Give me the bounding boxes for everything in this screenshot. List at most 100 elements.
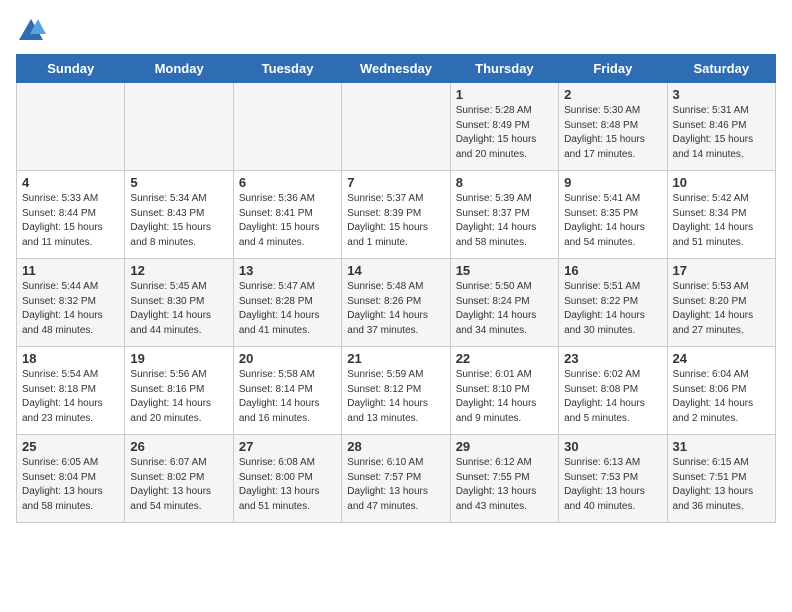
day-number: 24 — [673, 351, 770, 366]
day-number: 13 — [239, 263, 336, 278]
day-number: 15 — [456, 263, 553, 278]
day-number: 4 — [22, 175, 119, 190]
day-number: 2 — [564, 87, 661, 102]
day-number: 7 — [347, 175, 444, 190]
calendar-cell: 7 Sunrise: 5:37 AM Sunset: 8:39 PM Daylig… — [342, 171, 450, 259]
calendar-cell: 25Sunrise: 6:05 AM Sunset: 8:04 PM Dayli… — [17, 435, 125, 523]
day-number: 10 — [673, 175, 770, 190]
day-number: 1 — [456, 87, 553, 102]
day-info: Sunrise: 5:28 AM Sunset: 8:49 PM Dayligh… — [456, 104, 553, 162]
day-info: Sunrise: 6:02 AM Sunset: 8:08 PM Dayligh… — [564, 368, 661, 426]
week-row-1: 1 Sunrise: 5:28 AM Sunset: 8:49 PM Daylig… — [17, 83, 776, 171]
day-number: 17 — [673, 263, 770, 278]
day-info: Sunrise: 5:50 AM Sunset: 8:24 PM Dayligh… — [456, 280, 553, 338]
day-number: 31 — [673, 439, 770, 454]
day-info: Sunrise: 5:37 AM Sunset: 8:39 PM Dayligh… — [347, 192, 444, 250]
calendar-cell: 13 Sunrise: 5:47 AM Sunset: 8:28 PM Dayli… — [233, 259, 341, 347]
calendar-cell: 18Sunrise: 5:54 AM Sunset: 8:18 PM Dayli… — [17, 347, 125, 435]
calendar-cell: 20 Sunrise: 5:58 AM Sunset: 8:14 PM Dayli… — [233, 347, 341, 435]
day-number: 26 — [130, 439, 227, 454]
day-info: Sunrise: 5:42 AM Sunset: 8:34 PM Dayligh… — [673, 192, 770, 250]
calendar-cell: 6 Sunrise: 5:36 AM Sunset: 8:41 PM Daylig… — [233, 171, 341, 259]
col-header-sunday: Sunday — [17, 55, 125, 83]
calendar-cell: 10 Sunrise: 5:42 AM Sunset: 8:34 PM Dayli… — [667, 171, 775, 259]
day-number: 12 — [130, 263, 227, 278]
calendar-cell: 15 Sunrise: 5:50 AM Sunset: 8:24 PM Dayli… — [450, 259, 558, 347]
calendar-cell: 29Sunrise: 6:12 AM Sunset: 7:55 PM Dayli… — [450, 435, 558, 523]
calendar-cell: 11 Sunrise: 5:44 AM Sunset: 8:32 PM Dayli… — [17, 259, 125, 347]
day-info: Sunrise: 5:59 AM Sunset: 8:12 PM Dayligh… — [347, 368, 444, 426]
day-number: 19 — [130, 351, 227, 366]
col-header-wednesday: Wednesday — [342, 55, 450, 83]
day-number: 3 — [673, 87, 770, 102]
calendar-table: SundayMondayTuesdayWednesdayThursdayFrid… — [16, 54, 776, 523]
calendar-cell: 12 Sunrise: 5:45 AM Sunset: 8:30 PM Dayli… — [125, 259, 233, 347]
day-number: 21 — [347, 351, 444, 366]
day-number: 30 — [564, 439, 661, 454]
day-info: Sunrise: 5:36 AM Sunset: 8:41 PM Dayligh… — [239, 192, 336, 250]
calendar-cell: 23 Sunrise: 6:02 AM Sunset: 8:08 PM Dayli… — [559, 347, 667, 435]
calendar-cell: 16 Sunrise: 5:51 AM Sunset: 8:22 PM Dayli… — [559, 259, 667, 347]
calendar-cell — [17, 83, 125, 171]
calendar-cell: 14 Sunrise: 5:48 AM Sunset: 8:26 PM Dayli… — [342, 259, 450, 347]
calendar-cell: 8Sunrise: 5:39 AM Sunset: 8:37 PM Daylig… — [450, 171, 558, 259]
day-number: 16 — [564, 263, 661, 278]
day-number: 14 — [347, 263, 444, 278]
day-info: Sunrise: 5:53 AM Sunset: 8:20 PM Dayligh… — [673, 280, 770, 338]
day-number: 22 — [456, 351, 553, 366]
calendar-cell: 17 Sunrise: 5:53 AM Sunset: 8:20 PM Dayli… — [667, 259, 775, 347]
week-row-3: 11 Sunrise: 5:44 AM Sunset: 8:32 PM Dayli… — [17, 259, 776, 347]
day-info: Sunrise: 5:48 AM Sunset: 8:26 PM Dayligh… — [347, 280, 444, 338]
week-row-4: 18Sunrise: 5:54 AM Sunset: 8:18 PM Dayli… — [17, 347, 776, 435]
day-info: Sunrise: 6:10 AM Sunset: 7:57 PM Dayligh… — [347, 456, 444, 514]
col-header-saturday: Saturday — [667, 55, 775, 83]
header-row: SundayMondayTuesdayWednesdayThursdayFrid… — [17, 55, 776, 83]
logo — [16, 16, 50, 46]
day-number: 23 — [564, 351, 661, 366]
day-number: 11 — [22, 263, 119, 278]
day-info: Sunrise: 6:04 AM Sunset: 8:06 PM Dayligh… — [673, 368, 770, 426]
day-info: Sunrise: 6:12 AM Sunset: 7:55 PM Dayligh… — [456, 456, 553, 514]
calendar-cell: 3 Sunrise: 5:31 AM Sunset: 8:46 PM Daylig… — [667, 83, 775, 171]
calendar-cell: 28 Sunrise: 6:10 AM Sunset: 7:57 PM Dayli… — [342, 435, 450, 523]
calendar-cell: 5 Sunrise: 5:34 AM Sunset: 8:43 PM Daylig… — [125, 171, 233, 259]
day-info: Sunrise: 6:13 AM Sunset: 7:53 PM Dayligh… — [564, 456, 661, 514]
week-row-5: 25Sunrise: 6:05 AM Sunset: 8:04 PM Dayli… — [17, 435, 776, 523]
day-number: 20 — [239, 351, 336, 366]
day-info: Sunrise: 5:54 AM Sunset: 8:18 PM Dayligh… — [22, 368, 119, 426]
day-info: Sunrise: 5:44 AM Sunset: 8:32 PM Dayligh… — [22, 280, 119, 338]
calendar-cell: 21 Sunrise: 5:59 AM Sunset: 8:12 PM Dayli… — [342, 347, 450, 435]
col-header-monday: Monday — [125, 55, 233, 83]
calendar-cell: 1 Sunrise: 5:28 AM Sunset: 8:49 PM Daylig… — [450, 83, 558, 171]
day-info: Sunrise: 5:51 AM Sunset: 8:22 PM Dayligh… — [564, 280, 661, 338]
calendar-cell: 27 Sunrise: 6:08 AM Sunset: 8:00 PM Dayli… — [233, 435, 341, 523]
day-number: 27 — [239, 439, 336, 454]
day-info: Sunrise: 6:08 AM Sunset: 8:00 PM Dayligh… — [239, 456, 336, 514]
day-number: 6 — [239, 175, 336, 190]
calendar-cell: 30 Sunrise: 6:13 AM Sunset: 7:53 PM Dayli… — [559, 435, 667, 523]
calendar-cell: 4Sunrise: 5:33 AM Sunset: 8:44 PM Daylig… — [17, 171, 125, 259]
col-header-friday: Friday — [559, 55, 667, 83]
day-info: Sunrise: 5:34 AM Sunset: 8:43 PM Dayligh… — [130, 192, 227, 250]
col-header-tuesday: Tuesday — [233, 55, 341, 83]
day-number: 28 — [347, 439, 444, 454]
day-info: Sunrise: 5:30 AM Sunset: 8:48 PM Dayligh… — [564, 104, 661, 162]
day-info: Sunrise: 5:31 AM Sunset: 8:46 PM Dayligh… — [673, 104, 770, 162]
day-number: 9 — [564, 175, 661, 190]
calendar-cell: 31Sunrise: 6:15 AM Sunset: 7:51 PM Dayli… — [667, 435, 775, 523]
day-info: Sunrise: 5:45 AM Sunset: 8:30 PM Dayligh… — [130, 280, 227, 338]
header — [16, 16, 776, 46]
day-info: Sunrise: 6:05 AM Sunset: 8:04 PM Dayligh… — [22, 456, 119, 514]
day-info: Sunrise: 5:39 AM Sunset: 8:37 PM Dayligh… — [456, 192, 553, 250]
day-info: Sunrise: 6:07 AM Sunset: 8:02 PM Dayligh… — [130, 456, 227, 514]
calendar-cell — [125, 83, 233, 171]
day-info: Sunrise: 5:47 AM Sunset: 8:28 PM Dayligh… — [239, 280, 336, 338]
calendar-cell: 9Sunrise: 5:41 AM Sunset: 8:35 PM Daylig… — [559, 171, 667, 259]
logo-icon — [16, 16, 46, 46]
day-number: 5 — [130, 175, 227, 190]
calendar-cell: 24 Sunrise: 6:04 AM Sunset: 8:06 PM Dayli… — [667, 347, 775, 435]
day-info: Sunrise: 5:58 AM Sunset: 8:14 PM Dayligh… — [239, 368, 336, 426]
calendar-cell — [342, 83, 450, 171]
day-info: Sunrise: 6:01 AM Sunset: 8:10 PM Dayligh… — [456, 368, 553, 426]
day-info: Sunrise: 5:56 AM Sunset: 8:16 PM Dayligh… — [130, 368, 227, 426]
